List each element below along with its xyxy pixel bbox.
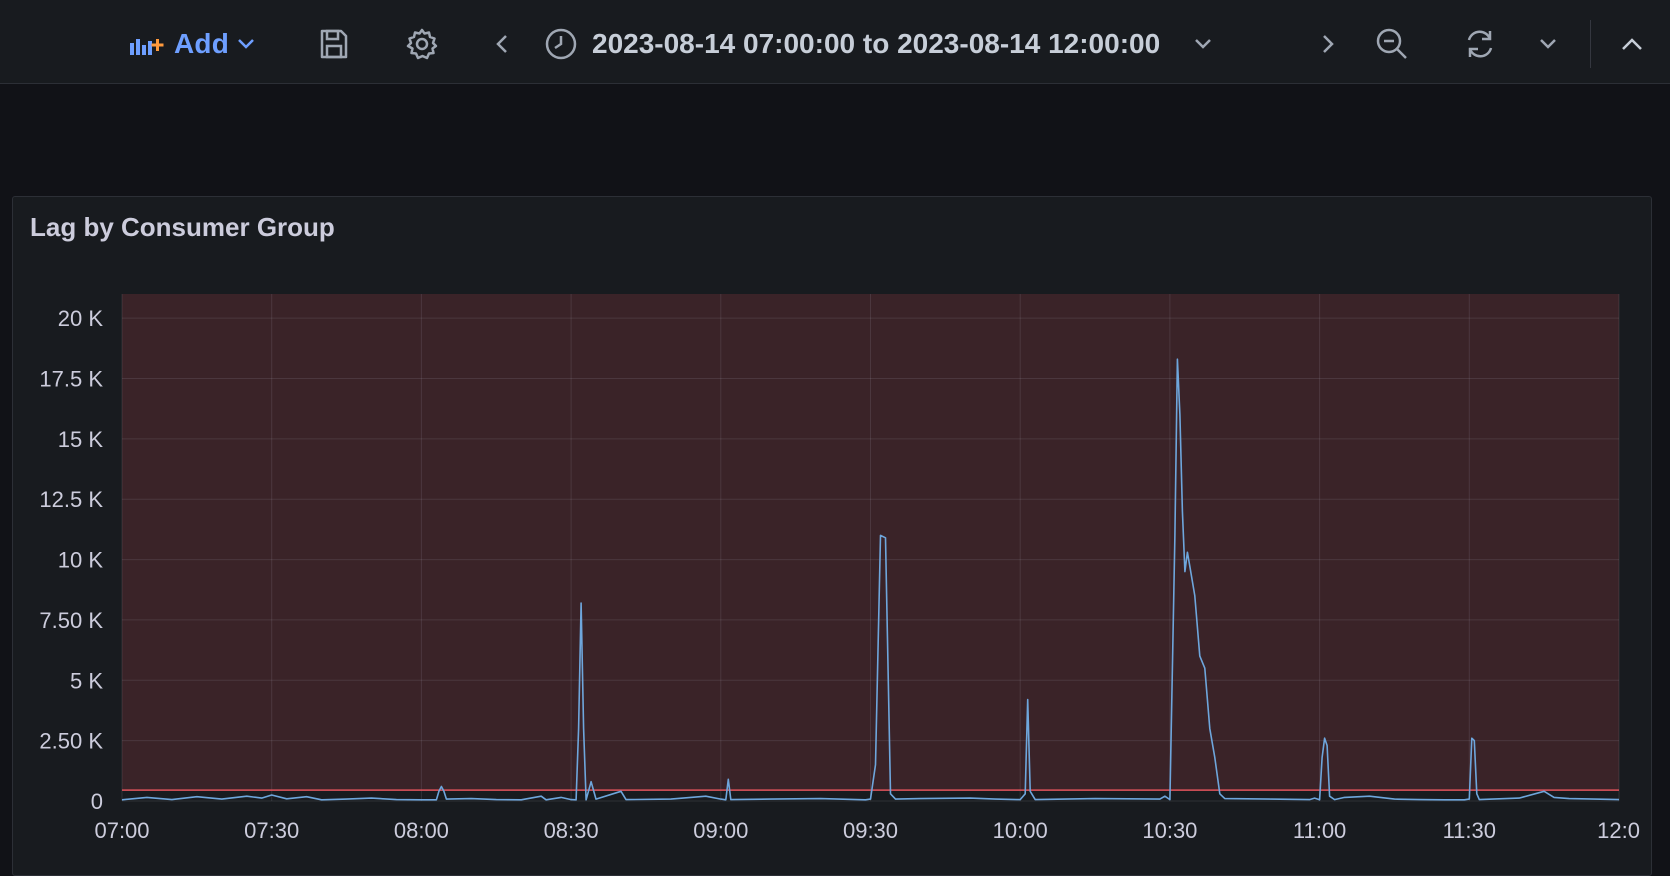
x-tick-label: 08:00: [394, 818, 449, 843]
y-tick-label: 17.5 K: [39, 367, 103, 392]
lag-chart: 0 2.50 K 5 K 7.50 K 10 K 12.5 K 15 K 17.5 K 20 K…: [39, 294, 1640, 843]
x-tick-label: 09:00: [693, 818, 748, 843]
x-tick-label: 12:0: [1597, 818, 1640, 843]
x-tick-label: 10:30: [1142, 818, 1197, 843]
x-tick-label: 08:30: [544, 818, 599, 843]
y-tick-label: 7.50 K: [39, 608, 103, 633]
y-tick-label: 2.50 K: [39, 729, 103, 754]
y-tick-label: 20 K: [58, 306, 104, 331]
x-tick-label: 11:30: [1443, 818, 1496, 843]
y-tick-label: 12.5 K: [39, 487, 103, 512]
x-tick-label: 07:00: [94, 818, 149, 843]
y-tick-label: 0: [91, 789, 103, 814]
x-tick-label: 07:30: [244, 818, 299, 843]
y-tick-label: 15 K: [58, 427, 104, 452]
x-tick-label: 11:00: [1293, 818, 1346, 843]
x-tick-label: 09:30: [843, 818, 898, 843]
y-tick-label: 10 K: [58, 548, 104, 573]
y-tick-label: 5 K: [70, 668, 103, 693]
x-tick-label: 10:00: [993, 818, 1048, 843]
